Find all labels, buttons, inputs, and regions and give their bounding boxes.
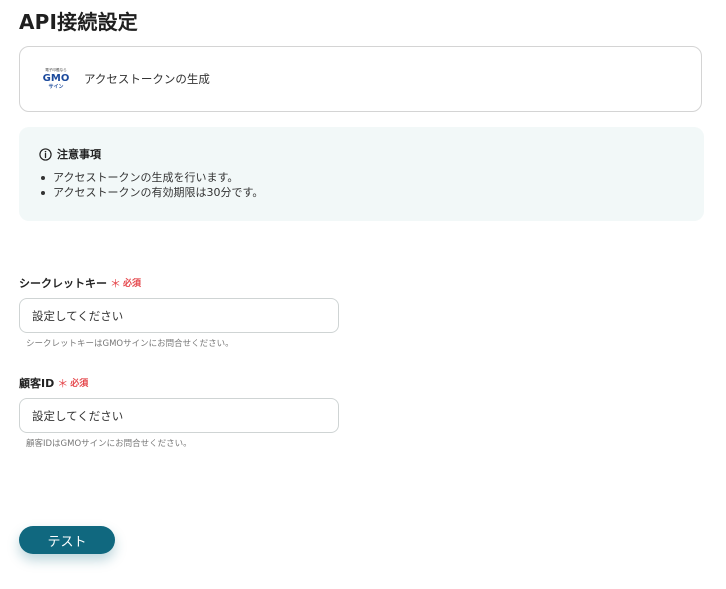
customer-id-label: 顧客ID bbox=[19, 376, 55, 390]
notice-list: アクセストークンの生成を行います。 アクセストークンの有効期限は30分です。 bbox=[39, 170, 684, 200]
customer-id-help: 顧客IDはGMOサインにお問合せください。 bbox=[26, 439, 192, 449]
logo-tagline: 電子印鑑なら bbox=[45, 67, 67, 72]
notice-box: 注意事項 アクセストークンの生成を行います。 アクセストークンの有効期限は30分… bbox=[19, 127, 704, 221]
required-asterisk-icon: ＊ bbox=[57, 376, 69, 390]
secret-key-input[interactable] bbox=[19, 298, 339, 333]
secret-key-help: シークレットキーはGMOサインにお問合せください。 bbox=[26, 339, 234, 349]
notice-item: アクセストークンの生成を行います。 bbox=[39, 170, 684, 185]
secret-key-label-row: シークレットキー ＊ 必須 bbox=[19, 275, 339, 290]
notice-item: アクセストークンの有効期限は30分です。 bbox=[39, 185, 684, 200]
secret-key-label: シークレットキー bbox=[19, 276, 107, 290]
required-badge: 必須 bbox=[70, 379, 89, 389]
logo-brand: GMO bbox=[43, 73, 70, 84]
customer-id-field: 顧客ID ＊ 必須 顧客IDはGMOサインにお問合せください。 bbox=[19, 375, 339, 449]
notice-title: 注意事項 bbox=[57, 148, 101, 161]
gmo-sign-logo-icon: 電子印鑑なら GMO サイン bbox=[43, 67, 70, 90]
test-button[interactable]: テスト bbox=[19, 526, 115, 554]
action-card[interactable]: 電子印鑑なら GMO サイン アクセストークンの生成 bbox=[19, 46, 702, 112]
logo-sub: サイン bbox=[48, 84, 63, 90]
required-badge: 必須 bbox=[123, 279, 142, 289]
info-circle-icon bbox=[39, 147, 52, 161]
page-title: API接続設定 bbox=[19, 10, 138, 34]
secret-key-field: シークレットキー ＊ 必須 シークレットキーはGMOサインにお問合せください。 bbox=[19, 275, 339, 349]
customer-id-input[interactable] bbox=[19, 398, 339, 433]
action-label: アクセストークンの生成 bbox=[84, 72, 210, 86]
notice-header: 注意事項 bbox=[39, 146, 684, 162]
customer-id-label-row: 顧客ID ＊ 必須 bbox=[19, 375, 339, 390]
required-asterisk-icon: ＊ bbox=[110, 276, 121, 290]
